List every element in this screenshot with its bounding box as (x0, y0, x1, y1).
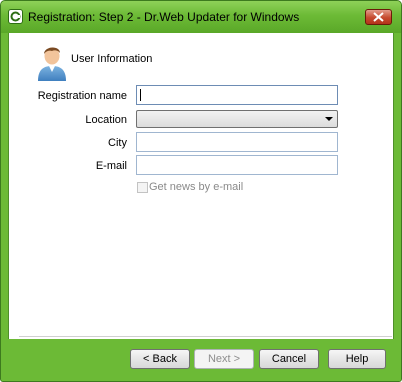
email-label: E-mail (95, 160, 127, 172)
cancel-button[interactable]: Cancel (259, 349, 319, 369)
next-button[interactable]: Next > (194, 349, 254, 369)
news-checkbox[interactable] (137, 182, 148, 193)
dropdown-arrow-icon (325, 117, 333, 121)
location-dropdown[interactable] (136, 110, 338, 128)
help-button[interactable]: Help (328, 349, 386, 369)
drweb-app-icon (8, 9, 23, 24)
title-bar[interactable]: Registration: Step 2 - Dr.Web Updater fo… (1, 1, 401, 33)
registration-name-label: Registration name (37, 90, 127, 102)
back-button[interactable]: < Back (130, 349, 190, 369)
section-title: User Information (71, 53, 153, 65)
text-caret (140, 89, 141, 101)
button-bar: < Back Next > Cancel Help (2, 339, 400, 381)
window-title: Registration: Step 2 - Dr.Web Updater fo… (28, 10, 300, 24)
close-button[interactable] (365, 9, 392, 25)
close-icon (373, 12, 384, 22)
dialog-window: Registration: Step 2 - Dr.Web Updater fo… (0, 0, 402, 382)
user-avatar-icon (34, 41, 70, 81)
city-field[interactable] (136, 132, 338, 152)
registration-name-field[interactable] (136, 85, 338, 105)
dialog-content: User Information Registration name Locat… (8, 33, 394, 339)
news-checkbox-label: Get news by e-mail (149, 181, 244, 193)
email-field[interactable] (136, 155, 338, 175)
footer-separator (19, 336, 392, 337)
city-label: City (108, 137, 127, 149)
location-label: Location (85, 114, 127, 126)
